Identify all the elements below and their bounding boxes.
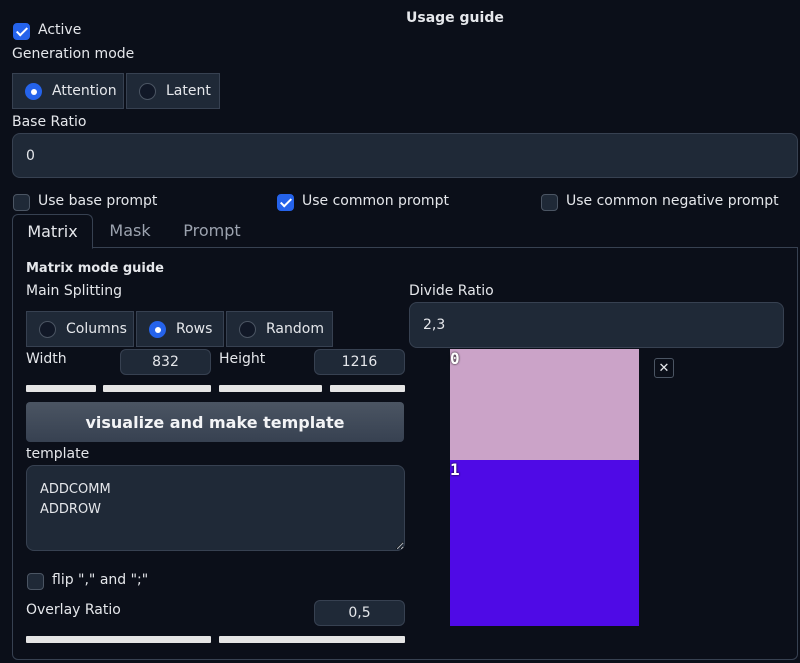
matrix-guide-title: Matrix mode guide <box>26 261 164 276</box>
region-preview-image: 01 <box>450 349 639 626</box>
radio-dot-selected <box>149 320 166 338</box>
preview-region-1: 1 <box>450 460 639 626</box>
preview-region-label: 1 <box>450 460 460 479</box>
active-label: Active <box>38 22 82 38</box>
width-slider-left[interactable] <box>26 385 96 392</box>
width-number-input[interactable]: 832 <box>120 349 211 375</box>
height-slider[interactable] <box>330 385 405 392</box>
divide-ratio-value: 2,3 <box>423 317 446 333</box>
width-value: 832 <box>152 354 179 370</box>
active-checkbox[interactable] <box>13 23 30 40</box>
tab-mask[interactable]: Mask <box>98 214 162 248</box>
tab-prompt[interactable]: Prompt <box>170 214 254 248</box>
preview-region-0: 0 <box>450 349 639 460</box>
generation-mode-label: Generation mode <box>12 46 135 62</box>
base-ratio-input[interactable]: 0 <box>12 133 798 178</box>
mode-tabs: Matrix Mask Prompt <box>12 214 798 249</box>
radio-dot <box>139 82 156 100</box>
height-value: 1216 <box>341 354 378 370</box>
height-slider-left[interactable] <box>219 385 322 392</box>
width-label: Width <box>26 351 67 367</box>
use-common-prompt-label: Use common prompt <box>302 193 449 209</box>
use-common-negative-prompt-label: Use common negative prompt <box>566 193 779 209</box>
radio-label-columns: Columns <box>66 321 127 337</box>
radio-label-attention: Attention <box>52 83 117 99</box>
visualize-button[interactable]: visualize and make template <box>26 402 404 442</box>
overlay-ratio-number-input[interactable]: 0,5 <box>314 600 405 626</box>
template-label: template <box>26 446 90 462</box>
preview-region-label: 0 <box>450 349 460 368</box>
divide-ratio-input[interactable]: 2,3 <box>409 302 784 348</box>
radio-latent[interactable]: Latent <box>126 73 220 109</box>
overlay-ratio-slider-left[interactable] <box>26 636 211 643</box>
radio-random[interactable]: Random <box>226 311 333 347</box>
use-common-prompt-checkbox[interactable] <box>277 194 294 211</box>
overlay-ratio-slider[interactable] <box>219 636 405 643</box>
tab-matrix[interactable]: Matrix <box>12 214 93 249</box>
radio-dot-selected <box>25 82 42 100</box>
close-icon[interactable]: ✕ <box>654 358 674 378</box>
radio-label-latent: Latent <box>166 83 211 99</box>
radio-label-rows: Rows <box>176 321 213 337</box>
radio-label-random: Random <box>266 321 324 337</box>
flip-label: flip "," and ";" <box>52 572 149 588</box>
main-splitting-label: Main Splitting <box>26 283 123 299</box>
radio-dot <box>239 320 256 338</box>
use-base-prompt-label: Use base prompt <box>38 193 158 209</box>
height-label: Height <box>219 351 266 367</box>
divide-ratio-label: Divide Ratio <box>409 283 494 299</box>
base-ratio-label: Base Ratio <box>12 114 87 130</box>
template-textarea[interactable]: ADDCOMM ADDROW <box>26 465 405 551</box>
base-ratio-value: 0 <box>26 147 35 164</box>
radio-rows[interactable]: Rows <box>136 311 224 347</box>
overlay-ratio-label: Overlay Ratio <box>26 602 121 618</box>
flip-checkbox[interactable] <box>27 573 44 590</box>
width-slider[interactable] <box>103 385 211 392</box>
overlay-ratio-value: 0,5 <box>348 605 371 621</box>
height-number-input[interactable]: 1216 <box>314 349 405 375</box>
usage-guide-title[interactable]: Usage guide <box>406 10 504 26</box>
use-common-negative-prompt-checkbox[interactable] <box>541 194 558 211</box>
radio-attention[interactable]: Attention <box>12 73 124 109</box>
radio-columns[interactable]: Columns <box>26 311 134 347</box>
use-base-prompt-checkbox[interactable] <box>13 194 30 211</box>
generation-mode-radio-group: Attention Latent <box>12 73 222 109</box>
radio-dot <box>39 320 56 338</box>
main-splitting-radio-group: Columns Rows Random <box>26 311 335 347</box>
